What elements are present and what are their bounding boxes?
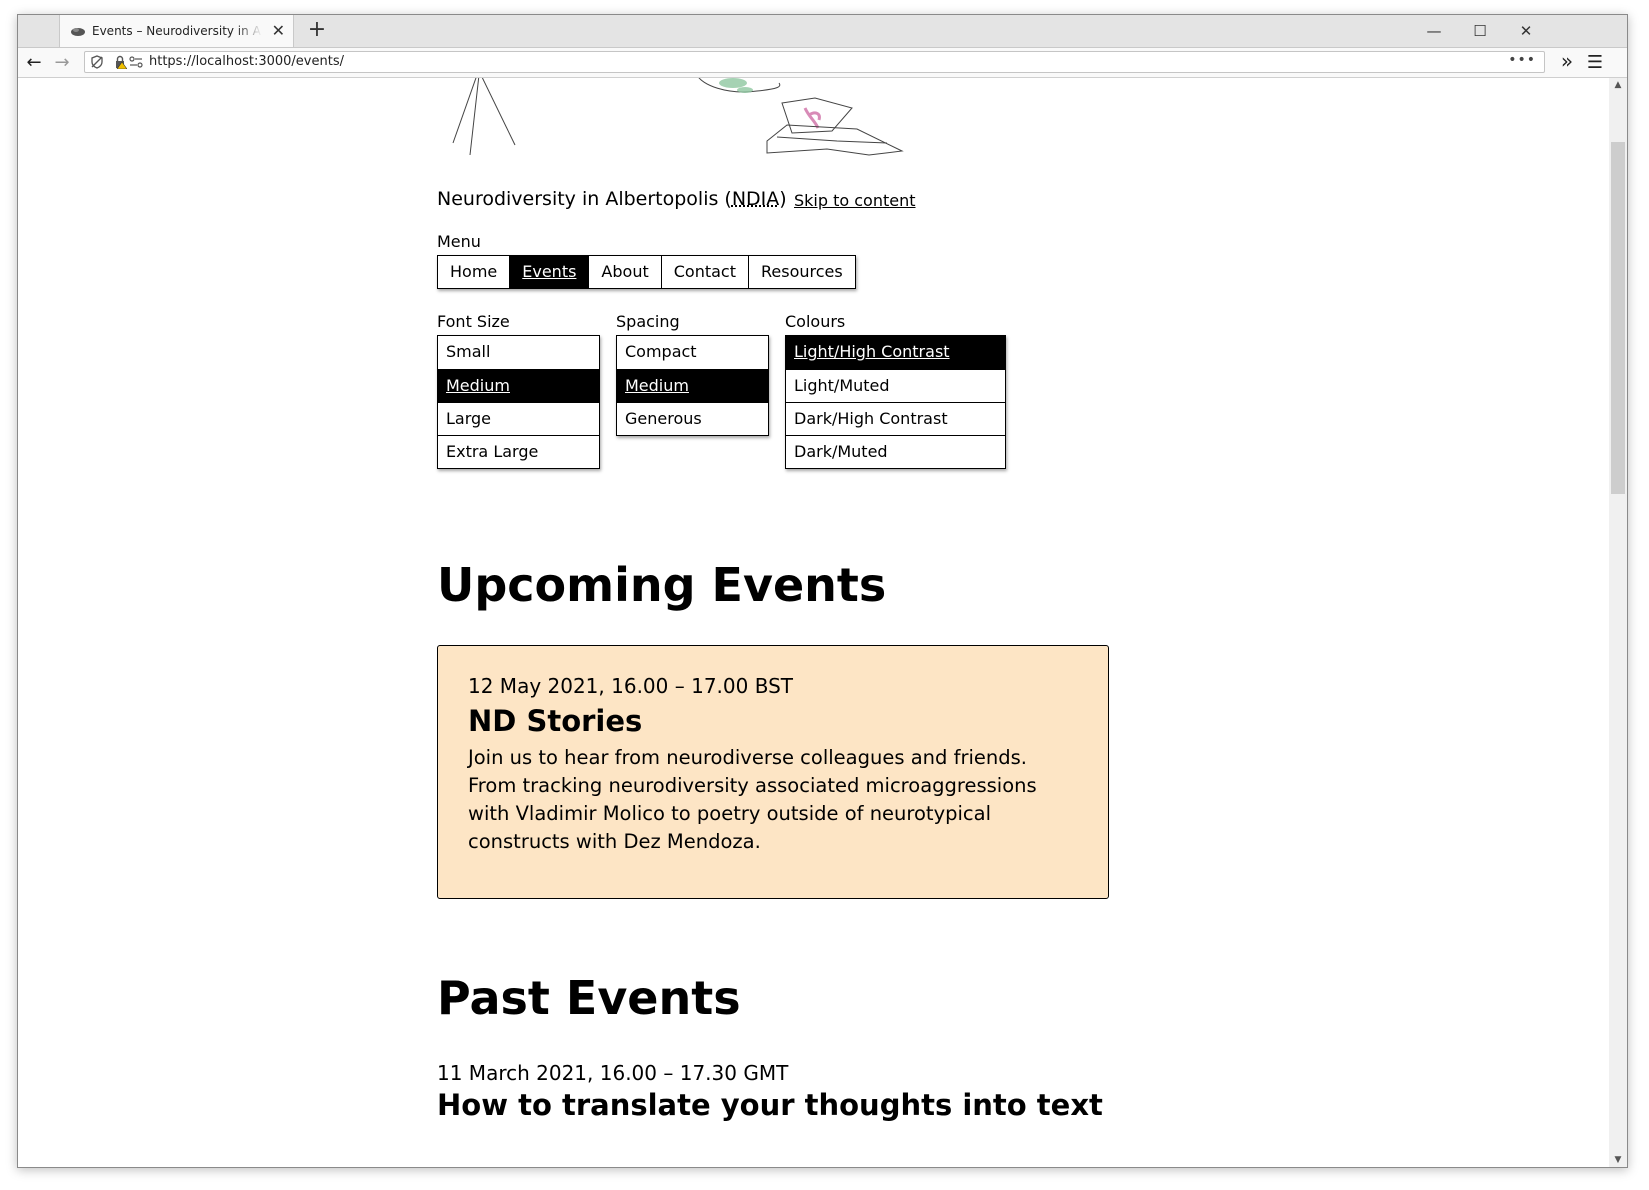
colours-light-muted[interactable]: Light/Muted xyxy=(786,369,1005,402)
page-viewport: Neurodiversity in Albertopolis (NDIA) Sk… xyxy=(18,78,1609,1167)
page-scrollbar[interactable]: ▲ ▼ xyxy=(1609,78,1627,1167)
site-title: Neurodiversity in Albertopolis (NDIA) xyxy=(437,188,787,210)
tab-close-icon[interactable]: ✕ xyxy=(272,15,285,47)
past-events-heading: Past Events xyxy=(437,971,741,1025)
forward-button[interactable]: → xyxy=(48,48,76,77)
navigation-bar: ← → https://localhost:3000/events/ ••• »… xyxy=(18,48,1627,78)
menu-label: Menu xyxy=(437,232,481,251)
past-event-date: 11 March 2021, 16.00 – 17.30 GMT xyxy=(437,1061,789,1085)
tab-strip: Events – Neurodiversity in Albertopolis … xyxy=(18,15,1627,48)
tracking-protection-icon[interactable] xyxy=(90,55,104,69)
event-card: 12 May 2021, 16.00 – 17.00 BST ND Storie… xyxy=(437,645,1109,899)
scrollbar-thumb[interactable] xyxy=(1611,142,1625,494)
font-size-label: Font Size xyxy=(437,312,510,331)
spacing-group: Spacing Compact Medium Generous xyxy=(616,311,769,436)
page-actions-icon[interactable]: ••• xyxy=(1508,52,1536,68)
font-size-large[interactable]: Large xyxy=(438,402,599,435)
site-title-abbr: NDIA xyxy=(731,188,780,210)
browser-tab[interactable]: Events – Neurodiversity in Albertopolis … xyxy=(59,15,294,47)
new-tab-button[interactable]: + xyxy=(304,15,330,47)
colours-options: Light/High Contrast Light/Muted Dark/Hig… xyxy=(785,335,1006,469)
menu-item-home[interactable]: Home xyxy=(438,256,509,288)
address-bar[interactable]: https://localhost:3000/events/ ••• xyxy=(84,51,1545,73)
hamburger-menu-icon[interactable]: ☰ xyxy=(1581,48,1609,77)
menu-item-contact[interactable]: Contact xyxy=(660,256,748,288)
spacing-medium[interactable]: Medium xyxy=(617,369,768,402)
main-menu: Home Events About Contact Resources xyxy=(437,255,856,289)
permissions-icon[interactable] xyxy=(129,56,143,68)
colours-group: Colours Light/High Contrast Light/Muted … xyxy=(785,311,1006,469)
close-window-button[interactable]: ✕ xyxy=(1503,15,1549,47)
event-date: 12 May 2021, 16.00 – 17.00 BST xyxy=(468,674,793,698)
site-title-text: Neurodiversity in Albertopolis ( xyxy=(437,188,732,210)
url-text[interactable]: https://localhost:3000/events/ xyxy=(149,54,344,69)
font-size-medium[interactable]: Medium xyxy=(438,369,599,402)
spacing-label: Spacing xyxy=(616,312,680,331)
event-description: Join us to hear from neurodiverse collea… xyxy=(468,746,1037,853)
spacing-generous[interactable]: Generous xyxy=(617,402,768,435)
scroll-down-icon[interactable]: ▼ xyxy=(1609,1155,1627,1165)
insecure-lock-icon[interactable] xyxy=(113,55,127,69)
scroll-up-icon[interactable]: ▲ xyxy=(1609,80,1627,90)
minimize-button[interactable]: — xyxy=(1411,15,1457,47)
font-size-extra-large[interactable]: Extra Large xyxy=(438,435,599,468)
spacing-compact[interactable]: Compact xyxy=(617,336,768,369)
menu-item-resources[interactable]: Resources xyxy=(747,256,855,288)
extensions-overflow-icon[interactable]: » xyxy=(1553,48,1581,77)
back-button[interactable]: ← xyxy=(20,48,48,77)
tab-title: Events – Neurodiversity in Albertopolis xyxy=(92,24,262,38)
skip-to-content-link[interactable]: Skip to content xyxy=(794,191,916,210)
font-size-options: Small Medium Large Extra Large xyxy=(437,335,600,469)
colours-label: Colours xyxy=(785,312,846,331)
past-event-title: How to translate your thoughts into text xyxy=(437,1088,1103,1122)
font-size-small[interactable]: Small xyxy=(438,336,599,369)
font-size-group: Font Size Small Medium Large Extra Large xyxy=(437,311,600,469)
maximize-button[interactable]: ☐ xyxy=(1457,15,1503,47)
menu-item-about[interactable]: About xyxy=(588,256,660,288)
site-favicon-icon xyxy=(71,28,85,36)
event-title: ND Stories xyxy=(468,704,643,738)
colours-light-high-contrast[interactable]: Light/High Contrast xyxy=(786,336,1005,369)
header-illustration xyxy=(452,78,904,156)
spacing-options: Compact Medium Generous xyxy=(616,335,769,436)
colours-dark-high-contrast[interactable]: Dark/High Contrast xyxy=(786,402,1005,435)
menu-item-events[interactable]: Events xyxy=(509,256,589,288)
colours-dark-muted[interactable]: Dark/Muted xyxy=(786,435,1005,468)
upcoming-events-heading: Upcoming Events xyxy=(437,558,887,612)
site-title-suffix: ) xyxy=(779,188,787,210)
browser-window: Events – Neurodiversity in Albertopolis … xyxy=(17,14,1628,1168)
